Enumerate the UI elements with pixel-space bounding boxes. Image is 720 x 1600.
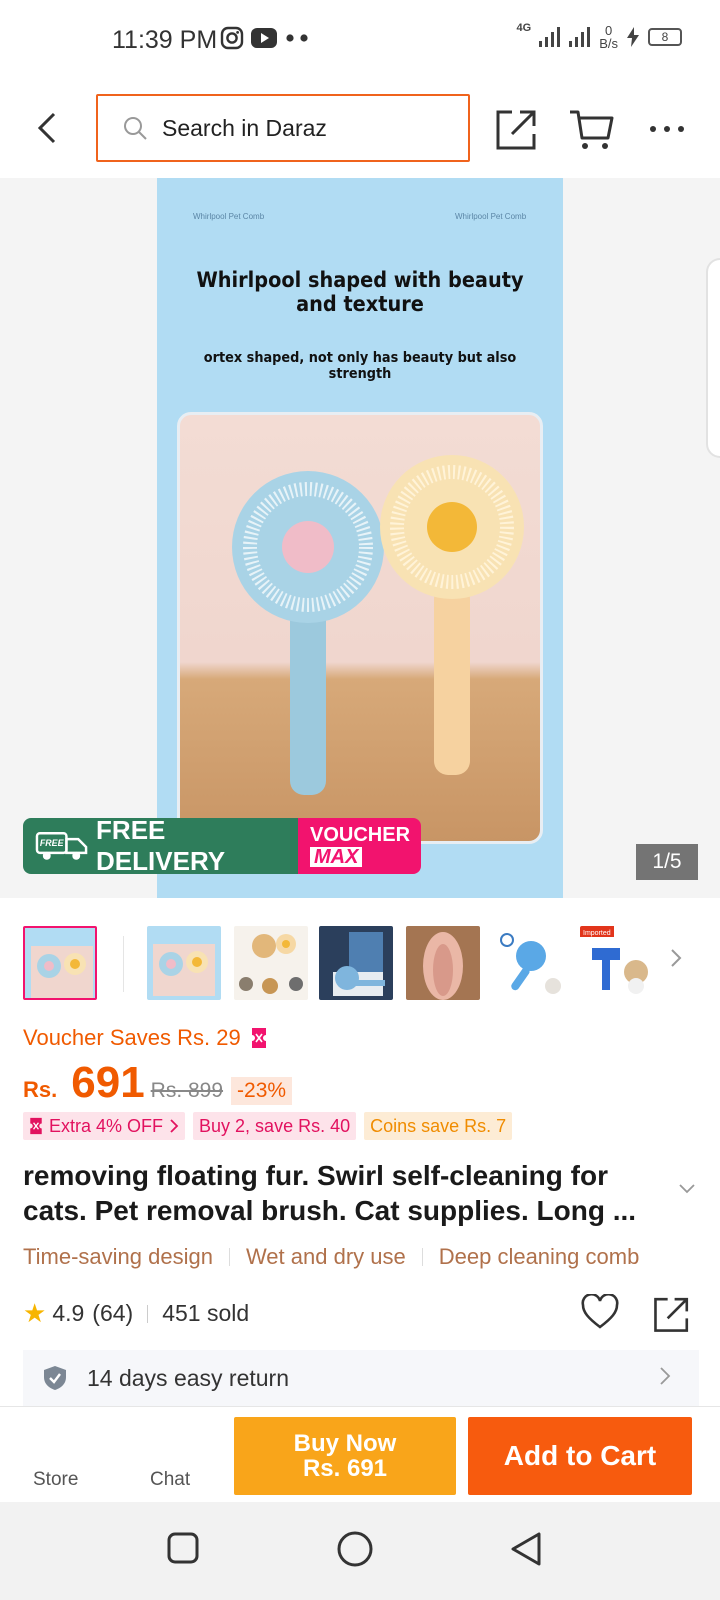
feature-1: Time-saving design [23, 1244, 213, 1269]
network-type: 4G [516, 22, 532, 34]
bundle-chip[interactable]: Buy 2, save Rs. 40 [193, 1112, 357, 1140]
youtube-icon [251, 28, 277, 48]
wishlist-heart-icon[interactable] [580, 1294, 620, 1330]
back-nav-icon[interactable] [508, 1530, 544, 1568]
charging-icon [627, 27, 639, 47]
status-time: 11:39 PM [112, 26, 218, 54]
rating-stats[interactable]: ★ 4.9 (64) 451 sold [23, 1298, 249, 1329]
image-tag-right: Whirlpool Pet Comb [455, 212, 527, 221]
feature-highlights[interactable]: Time-saving design Wet and dry use Deep … [23, 1244, 703, 1270]
free-delivery-badge: FREE FREE DELIVERY [23, 818, 298, 874]
side-drawer-tab[interactable] [706, 258, 720, 458]
buy-now-price: Rs. 691 [302, 1455, 388, 1482]
instagram-icon [220, 26, 244, 50]
stats-separator [147, 1304, 149, 1323]
imported-label: Imported [583, 930, 611, 937]
voucher-max-text: MAX [310, 847, 363, 867]
network-speed: 0 B/s [599, 24, 618, 50]
bottom-action-bar: Store Chat Buy Now Rs. 691 Add to Cart [0, 1406, 720, 1502]
signal-icon-1 [539, 27, 561, 47]
chat-button[interactable]: Chat [150, 1469, 190, 1491]
thumbnail-5[interactable] [406, 926, 480, 1000]
voucher-ticket-icon [251, 1028, 266, 1048]
chevron-right-icon [170, 1119, 179, 1133]
product-image[interactable]: Whirlpool Pet Comb Whirlpool Pet Comb Wh… [157, 178, 563, 898]
promo-chips: Extra 4% OFF Buy 2, save Rs. 40 Coins sa… [23, 1112, 513, 1140]
chevron-down-icon[interactable] [678, 1183, 696, 1195]
feature-separator [421, 1248, 423, 1266]
price-currency: Rs. [23, 1077, 58, 1102]
pet-combs-illustration [232, 455, 524, 795]
thumbnail-6[interactable] [493, 926, 567, 1000]
return-policy-text: 14 days easy return [87, 1364, 290, 1391]
discount-badge: -23% [231, 1077, 293, 1105]
price-row: Rs. 691 Rs. 899 -23% [23, 1058, 293, 1108]
thumbnail-2[interactable] [147, 926, 221, 1000]
extra-off-chip[interactable]: Extra 4% OFF [23, 1112, 186, 1140]
image-heading: Whirlpool shaped with beauty and texture [196, 268, 524, 316]
feature-separator [228, 1248, 230, 1266]
delivery-truck-icon: FREE [35, 832, 88, 860]
search-placeholder: Search in Daraz [162, 114, 327, 141]
thumbnail-7[interactable]: Imported [580, 926, 654, 1000]
voucher-savings-text: Voucher Saves Rs. 29 [23, 1025, 241, 1050]
extra-off-label: Extra 4% OFF [49, 1116, 164, 1136]
original-price: Rs. 899 [150, 1079, 224, 1102]
top-header: Search in Daraz [0, 80, 720, 178]
return-policy-row[interactable]: 14 days easy return [23, 1350, 699, 1406]
feature-2: Wet and dry use [245, 1244, 406, 1269]
cart-icon[interactable] [568, 106, 614, 152]
battery-level: 8 [648, 28, 682, 46]
status-system-icons: 4G 0 B/s 8 [516, 22, 682, 50]
voucher-text: VOUCHER [310, 824, 411, 846]
image-counter: 1/5 [636, 844, 698, 880]
review-count: (64) [92, 1300, 134, 1326]
buy-now-button[interactable]: Buy Now Rs. 691 [234, 1417, 456, 1495]
thumbnail-1[interactable] [23, 926, 97, 1000]
search-bar[interactable]: Search in Daraz [96, 94, 470, 162]
thumbnail-next-icon[interactable] [669, 946, 683, 970]
thumbnail-3[interactable] [234, 926, 308, 1000]
thumbnail-divider [123, 936, 124, 992]
free-delivery-text: FREE DELIVERY [96, 818, 226, 874]
status-bar: 11:39 PM 4G 0 B/s 8 [0, 0, 720, 80]
voucher-max-badge: VOUCHER MAX [298, 818, 421, 874]
chevron-right-icon [660, 1367, 671, 1385]
network-speed-unit: B/s [599, 36, 618, 51]
status-app-icons [220, 26, 312, 50]
buy-now-label: Buy Now [293, 1430, 397, 1457]
search-icon [124, 117, 147, 140]
image-subheading: ortex shaped, not only has beauty but al… [203, 350, 517, 382]
feature-3: Deep cleaning comb [438, 1244, 640, 1269]
product-photo [177, 412, 543, 844]
product-gallery[interactable]: Whirlpool Pet Comb Whirlpool Pet Comb Wh… [0, 178, 720, 898]
back-arrow-icon[interactable] [30, 108, 66, 148]
share-icon[interactable] [652, 1294, 692, 1334]
shield-check-icon [44, 1366, 66, 1390]
coins-chip[interactable]: Coins save Rs. 7 [364, 1112, 513, 1140]
image-tag-left: Whirlpool Pet Comb [193, 212, 265, 221]
thumbnail-strip: Imported [23, 926, 713, 1002]
recent-apps-icon[interactable] [166, 1530, 200, 1566]
free-label: FREE [40, 838, 65, 848]
system-nav-bar [0, 1502, 720, 1600]
signal-icon-2 [569, 27, 591, 47]
store-button[interactable]: Store [33, 1469, 78, 1491]
voucher-savings[interactable]: Voucher Saves Rs. 29 [23, 1025, 267, 1051]
price-amount: 691 [71, 1058, 145, 1107]
sold-count: 451 sold [162, 1300, 250, 1326]
star-icon: ★ [23, 1298, 47, 1328]
share-icon[interactable] [494, 106, 540, 152]
rating-value: 4.9 [52, 1300, 85, 1326]
thumbnail-4[interactable] [319, 926, 393, 1000]
voucher-ticket-icon [30, 1117, 42, 1135]
more-options-icon[interactable] [644, 106, 690, 152]
promo-banner: FREE FREE DELIVERY VOUCHER MAX [23, 818, 421, 874]
add-to-cart-button[interactable]: Add to Cart [468, 1417, 692, 1495]
product-title[interactable]: removing floating fur. Swirl self-cleani… [23, 1158, 663, 1228]
home-icon[interactable] [336, 1530, 374, 1568]
more-notifications-icon [286, 34, 308, 42]
